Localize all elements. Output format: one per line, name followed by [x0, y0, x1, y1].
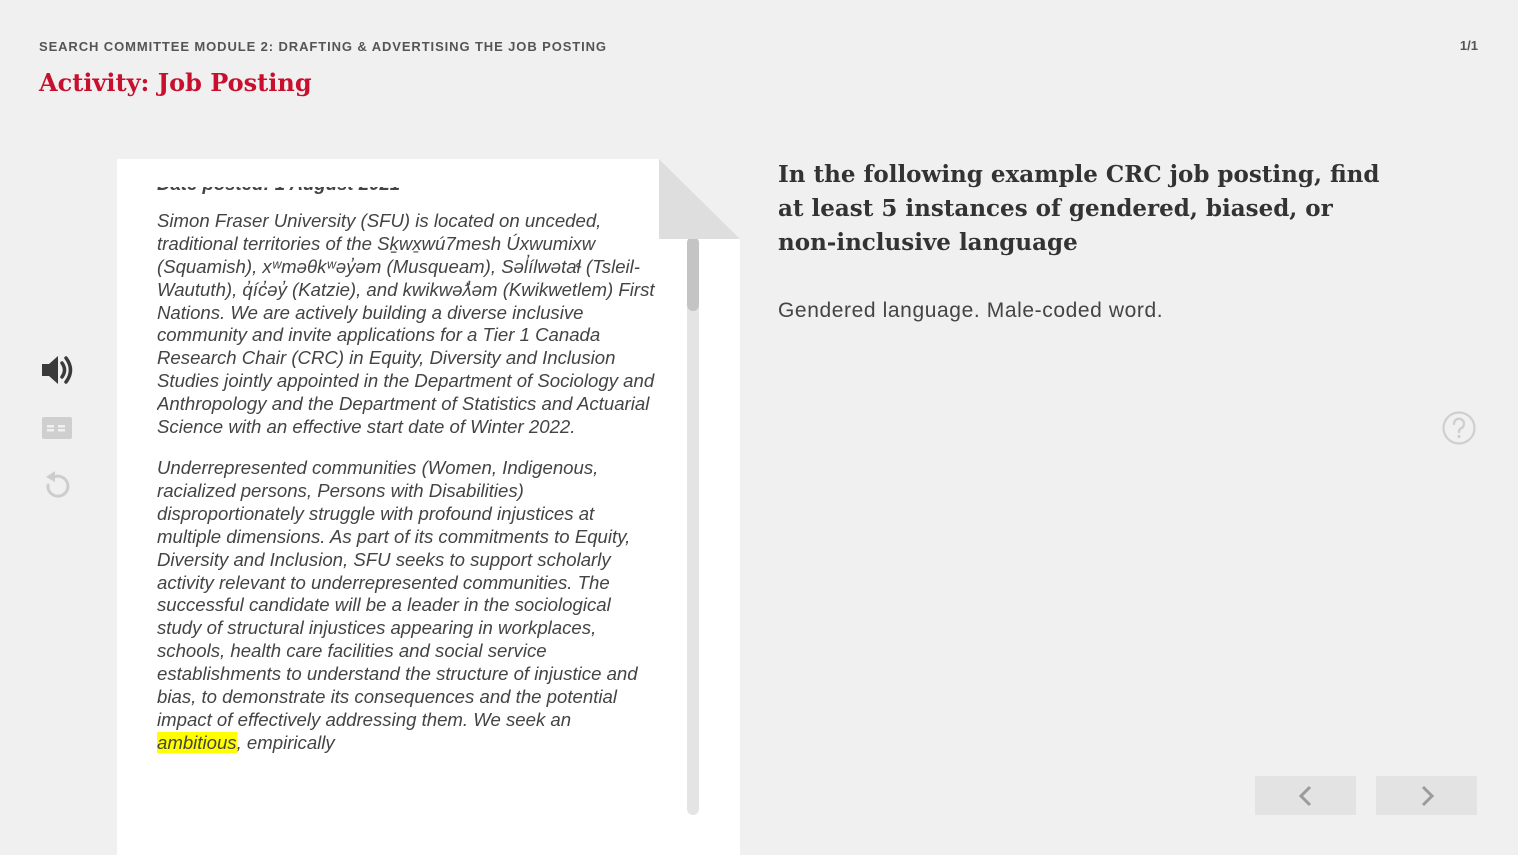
job-posting-document: Date posted: 1 August 2021 Simon Fraser … [117, 159, 740, 855]
paragraph-text: , empirically [236, 731, 335, 753]
next-button[interactable] [1376, 776, 1477, 815]
scrollbar-thumb[interactable] [687, 237, 699, 311]
previous-button[interactable] [1255, 776, 1356, 815]
document-scroll-area[interactable]: Date posted: 1 August 2021 Simon Fraser … [157, 187, 657, 815]
page-fold-corner [659, 159, 740, 239]
replay-icon[interactable] [38, 466, 78, 506]
activity-prompt: In the following example CRC job posting… [778, 161, 1380, 256]
highlighted-word[interactable]: ambitious [157, 731, 237, 753]
feedback-text: Gendered language. Male-coded word. [778, 299, 1164, 322]
document-scrollbar[interactable] [687, 237, 699, 815]
module-title: SEARCH COMMITTEE MODULE 2: DRAFTING & AD… [39, 39, 607, 54]
document-paragraph: Underrepresented communities (Women, Ind… [157, 457, 657, 755]
document-paragraph: Simon Fraser University (SFU) is located… [157, 209, 655, 438]
page-counter: 1/1 [1459, 38, 1478, 53]
help-icon[interactable] [1441, 410, 1477, 446]
speaker-icon[interactable] [38, 350, 78, 390]
activity-title: Activity: Job Posting [39, 68, 312, 97]
chevron-left-icon [1298, 785, 1311, 806]
date-posted: Date posted: 1 August 2021 [157, 187, 657, 196]
closed-captions-icon[interactable] [38, 408, 78, 448]
paragraph-text: Underrepresented communities (Women, Ind… [157, 456, 638, 730]
media-controls [38, 350, 78, 524]
chevron-right-icon [1421, 785, 1434, 806]
